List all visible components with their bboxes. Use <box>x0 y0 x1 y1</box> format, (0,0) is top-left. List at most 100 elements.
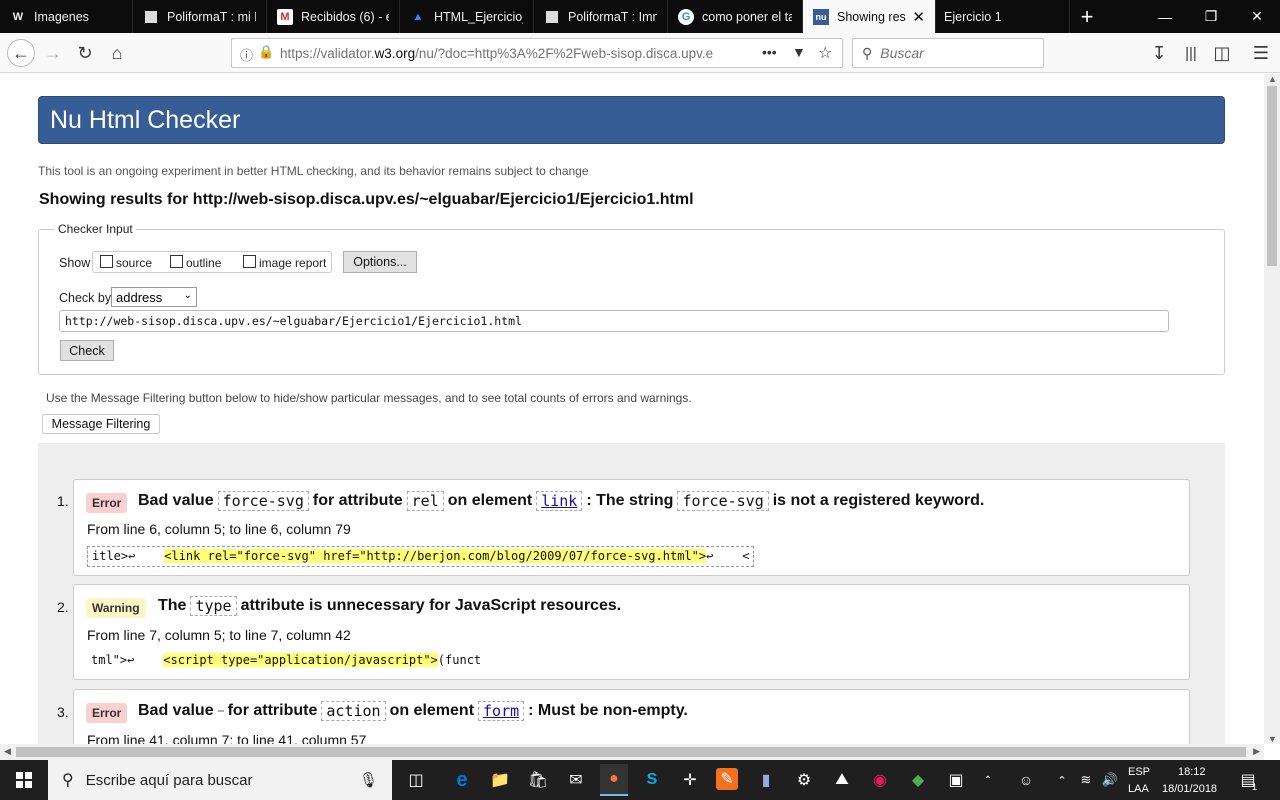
message-number: 1. <box>57 493 69 509</box>
menu-icon[interactable]: ☰ <box>1247 39 1275 67</box>
file-explorer-icon[interactable]: 📁 <box>488 768 512 792</box>
page-title: Nu Html Checker <box>50 106 241 134</box>
poliformat-icon <box>544 9 560 25</box>
info-icon[interactable]: ⓘ <box>240 45 253 64</box>
maximize-icon[interactable]: ❐ <box>1188 0 1234 33</box>
back-icon[interactable]: ← <box>7 39 35 67</box>
volume-icon[interactable]: 🔊 <box>1098 768 1122 792</box>
browser-tab[interactable]: G como poner el ta <box>668 0 803 33</box>
link-element-link[interactable]: link <box>536 491 583 511</box>
search-icon: ⚲ <box>862 44 873 61</box>
check-button[interactable]: Check <box>60 340 114 361</box>
google-icon: G <box>678 8 694 25</box>
firefox-icon[interactable]: ● <box>600 764 628 796</box>
tab-label: Recibidos (6) - el <box>301 9 389 24</box>
tab-label: PoliformaT : Imm : Re <box>568 9 657 24</box>
message-text: The type attribute is unnecessary for Ja… <box>158 596 622 616</box>
warning-badge: Warning <box>86 598 146 618</box>
tab-label: Ejercicio 1 <box>944 9 1002 24</box>
browser-tab-active[interactable]: nu Showing resul ✕ <box>803 0 936 33</box>
microphone-icon[interactable]: 🎙 <box>359 771 378 789</box>
scroll-thumb[interactable] <box>1267 86 1277 266</box>
move-icon[interactable]: ✛ <box>678 768 702 792</box>
people-icon[interactable]: ☺ <box>1014 768 1038 792</box>
home-icon[interactable]: ⌂ <box>103 39 131 67</box>
error-badge: Error <box>86 493 128 513</box>
search-placeholder: Buscar <box>880 45 924 61</box>
edge-icon[interactable]: e <box>450 768 474 792</box>
image-report-checkbox[interactable] <box>243 255 256 268</box>
message-location: From line 41, column 7; to line 41, colu… <box>87 732 367 744</box>
poliformat-icon <box>143 9 159 25</box>
scroll-right-icon[interactable]: ▶ <box>1253 746 1260 757</box>
pocket-icon[interactable]: ▼ <box>792 44 806 60</box>
taskbar-search[interactable]: ⚲ Escribe aquí para buscar 🎙 <box>48 760 392 800</box>
browser-tab[interactable]: PoliformaT : mi Polifo <box>133 0 267 33</box>
header-banner: Nu Html Checker <box>38 96 1225 144</box>
forward-icon[interactable]: → <box>39 39 67 67</box>
message-number: 3. <box>57 704 69 720</box>
tab-label: Showing resul <box>837 9 906 24</box>
browser-tab[interactable]: PoliformaT : Imm : Re <box>534 0 668 33</box>
minimize-icon[interactable]: — <box>1142 0 1188 33</box>
clock-time[interactable]: 18:12 <box>1178 766 1206 778</box>
app-icon[interactable]: ◆ <box>906 768 930 792</box>
skype-icon[interactable]: S <box>640 768 664 792</box>
mail-icon[interactable]: ✉ <box>564 768 588 792</box>
browser-tab[interactable]: ▲ HTML_Ejercicio_1 <box>400 0 534 33</box>
scroll-up-icon[interactable]: ▲ <box>1268 74 1277 84</box>
chevron-up-icon[interactable]: ⌃ <box>976 768 1000 792</box>
navigation-bar: ← → ↻ ⌂ ⓘ 🔒 https://validator.w3.org/nu/… <box>0 33 1280 73</box>
library-icon[interactable]: ||| <box>1177 39 1205 67</box>
source-extract: itle>↩ <link rel="force-svg" href="http:… <box>87 546 755 567</box>
app-icon[interactable]: ▮ <box>754 768 778 792</box>
options-button[interactable]: Options... <box>343 251 417 273</box>
browser-tab[interactable]: W Imagenes <box>0 0 133 33</box>
close-tab-icon[interactable]: ✕ <box>906 8 925 26</box>
search-box[interactable]: ⚲ Buscar <box>852 38 1044 68</box>
chevron-down-icon: ⌄ <box>183 290 192 301</box>
source-checkbox[interactable] <box>100 255 113 268</box>
message-text: Bad value force-svg for attribute rel on… <box>138 491 985 511</box>
source-extract: tml">↩ <script type="application/javascr… <box>91 653 482 667</box>
page-subtitle: This tool is an ongoing experiment in be… <box>38 164 589 178</box>
bookmark-star-icon[interactable]: ☆ <box>818 43 832 63</box>
check-by-select[interactable]: address ⌄ <box>111 287 197 307</box>
window-close-icon[interactable]: ✕ <box>1234 0 1280 33</box>
show-hidden-icons[interactable]: ⌃ <box>1050 768 1074 792</box>
app-icon[interactable]: ✎ <box>716 768 738 790</box>
tab-label: Imagenes <box>34 9 89 24</box>
task-view-icon[interactable]: ◫ <box>404 768 428 792</box>
download-icon[interactable]: ↧ <box>1145 39 1173 67</box>
address-input[interactable]: http://web-sisop.disca.upv.es/~elguabar/… <box>59 310 1169 332</box>
browser-tab[interactable]: Ejercicio 1 <box>936 0 1070 33</box>
photos-icon[interactable]: ⛰ <box>830 768 854 792</box>
window-controls: — ❐ ✕ <box>1142 0 1280 33</box>
address-value: http://web-sisop.disca.upv.es/~elguabar/… <box>65 314 522 328</box>
reload-icon[interactable]: ↻ <box>71 39 99 67</box>
windows-start-icon[interactable] <box>12 768 36 792</box>
app-icon[interactable]: ▣ <box>944 768 968 792</box>
settings-gear-icon[interactable]: ⚙ <box>792 768 816 792</box>
sidebar-icon[interactable]: ◫ <box>1208 39 1236 67</box>
scroll-down-icon[interactable]: ▼ <box>1268 734 1277 744</box>
language-indicator[interactable]: ESP <box>1128 766 1150 778</box>
form-element-link[interactable]: form <box>478 701 525 721</box>
media-icon[interactable]: ◉ <box>868 768 892 792</box>
browser-tab[interactable]: M Recibidos (6) - el <box>267 0 400 33</box>
clock-date[interactable]: 18/01/2018 <box>1162 783 1217 795</box>
message-number: 2. <box>57 599 69 615</box>
scroll-left-icon[interactable]: ◀ <box>4 746 11 757</box>
horizontal-scrollbar[interactable]: ◀ ▶ <box>0 744 1264 760</box>
url-bar[interactable]: ⓘ 🔒 https://validator.w3.org/nu/?doc=htt… <box>231 38 843 68</box>
keyboard-layout[interactable]: LAA <box>1128 783 1149 795</box>
store-icon[interactable]: 🛍 <box>526 768 550 792</box>
scroll-thumb[interactable] <box>16 747 1246 757</box>
outline-checkbox[interactable] <box>170 255 183 268</box>
new-tab-icon[interactable]: + <box>1070 0 1104 33</box>
wifi-icon[interactable]: ≋ <box>1074 768 1098 792</box>
message-filtering-button[interactable]: Message Filtering <box>42 414 160 434</box>
vertical-scrollbar[interactable]: ▲ ▼ <box>1264 74 1280 744</box>
page-actions-icon[interactable]: ••• <box>762 44 777 60</box>
filter-note: Use the Message Filtering button below t… <box>46 391 692 405</box>
